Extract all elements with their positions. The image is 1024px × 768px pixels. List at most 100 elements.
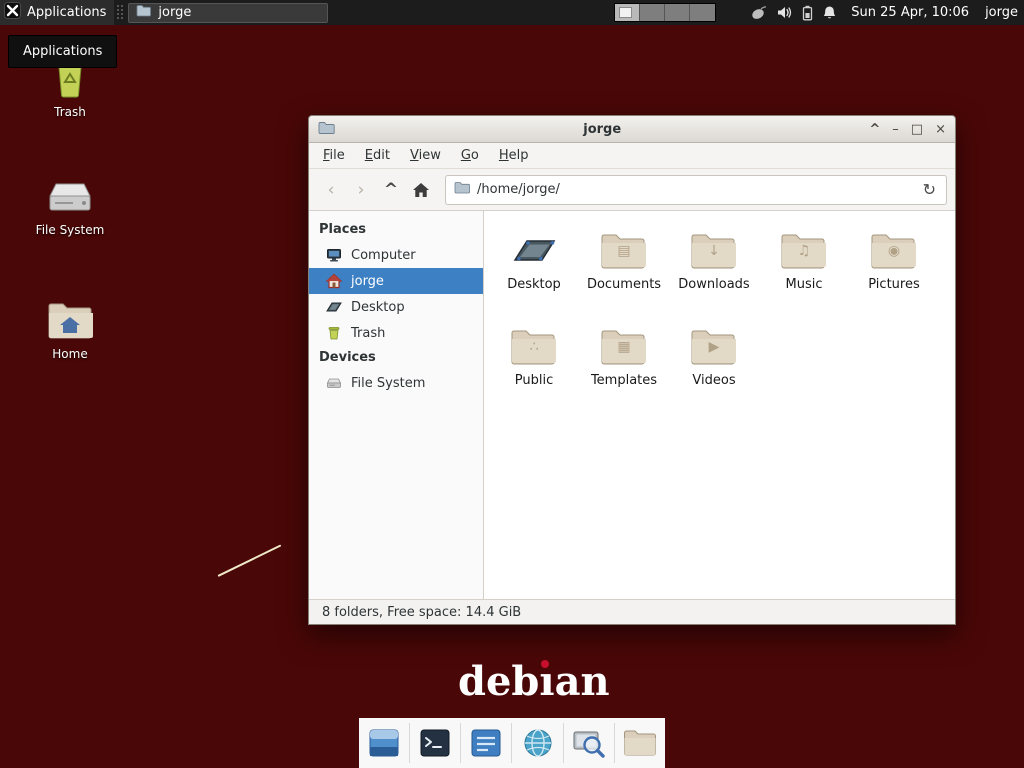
maximize-button[interactable]: □ [911, 123, 923, 136]
back-button[interactable]: ‹ [317, 176, 345, 204]
desktop-icon-label: Home [22, 347, 118, 361]
desktop-icon [326, 299, 342, 315]
window-title: jorge [343, 122, 861, 137]
file-manager-window: jorge ^ – □ × File Edit View Go Help ‹ ›… [308, 115, 956, 625]
sidebar-item-computer[interactable]: Computer [309, 242, 483, 268]
sidebar-item-file-system[interactable]: File System [309, 370, 483, 396]
desktop-icon-file-system[interactable]: File System [22, 172, 118, 237]
menu-view[interactable]: View [401, 145, 450, 166]
dock-separator [614, 723, 615, 763]
stray-cursor-line [218, 544, 282, 576]
trash-small-icon [326, 325, 342, 341]
desktop-icon-label: Trash [22, 105, 118, 119]
panel-username: jorge [985, 5, 1018, 20]
folder-icon: ▤ [600, 230, 648, 270]
window-titlebar[interactable]: jorge ^ – □ × [309, 116, 955, 143]
forward-button[interactable]: › [347, 176, 375, 204]
documents-glyph: ▤ [600, 244, 648, 258]
web-browser-globe-icon[interactable] [520, 725, 556, 761]
folder-icon: ◉ [870, 230, 918, 270]
path-folder-icon [454, 181, 470, 198]
folder-label: Downloads [670, 277, 758, 292]
applications-menu-icon [4, 2, 21, 23]
menu-file[interactable]: File [314, 145, 354, 166]
folder-item-documents[interactable]: ▤ Documents [580, 227, 668, 323]
folder-item-templates[interactable]: ▦ Templates [580, 323, 668, 419]
battery-icon[interactable] [802, 5, 813, 21]
up-button[interactable]: ^ [377, 176, 405, 204]
path-text: /home/jorge/ [477, 182, 914, 197]
sidebar-item-label: File System [351, 376, 425, 391]
applications-tooltip: Applications [8, 35, 117, 68]
workspace-2[interactable] [640, 4, 665, 21]
folder-item-music[interactable]: ♫ Music [760, 227, 848, 323]
menu-go[interactable]: Go [452, 145, 488, 166]
terminal-icon[interactable] [417, 725, 453, 761]
folder-icon: ▦ [600, 326, 648, 366]
sidebar-item-label: Computer [351, 248, 416, 263]
folder-label: Desktop [490, 277, 578, 292]
volume-icon[interactable] [776, 5, 793, 20]
folder-label: Music [760, 277, 848, 292]
folder-item-videos[interactable]: ▶ Videos [670, 323, 758, 419]
workspace-3[interactable] [665, 4, 690, 21]
debian-logo: debıan [458, 660, 610, 704]
folder-label: Videos [670, 373, 758, 388]
sidebar-item-jorge[interactable]: jorge [309, 268, 483, 294]
window-controls: ^ – □ × [869, 123, 946, 136]
shade-button[interactable]: ^ [869, 123, 880, 136]
toolbar: ‹ › ^ /home/jorge/ ↻ [309, 169, 955, 211]
workspace-4[interactable] [690, 4, 715, 21]
close-button[interactable]: × [935, 123, 946, 136]
folder-item-public[interactable]: ∴ Public [490, 323, 578, 419]
dock-separator [409, 723, 410, 763]
taskbar-window-button[interactable]: jorge [128, 3, 328, 23]
folder-item-pictures[interactable]: ◉ Pictures [850, 227, 938, 323]
workspace-1[interactable] [615, 4, 640, 21]
sidebar: Places Computer jorge Desktop [309, 211, 484, 599]
pictures-glyph: ◉ [870, 244, 918, 258]
menu-help[interactable]: Help [490, 145, 538, 166]
dock-separator [563, 723, 564, 763]
drive-small-icon [326, 375, 342, 391]
folder-item-desktop[interactable]: Desktop [490, 227, 578, 323]
panel-clock[interactable]: Sun 25 Apr, 10:06 [851, 5, 969, 20]
sidebar-item-trash[interactable]: Trash [309, 320, 483, 346]
desktop-icon-home[interactable]: Home [22, 296, 118, 361]
desktop-icon-label: File System [22, 223, 118, 237]
desktop-window-icon[interactable] [366, 725, 402, 761]
logo-i-red-dot: ı [539, 658, 554, 705]
sidebar-item-desktop[interactable]: Desktop [309, 294, 483, 320]
panel-separator-handle [116, 4, 123, 21]
dock-separator [511, 723, 512, 763]
home-icon [326, 273, 342, 289]
notification-bell-icon[interactable] [822, 5, 837, 21]
folder-icon: ∴ [510, 326, 558, 366]
applications-menu-label: Applications [27, 5, 106, 20]
drive-icon [46, 172, 94, 220]
folder-item-downloads[interactable]: ↓ Downloads [670, 227, 758, 323]
sidebar-item-label: jorge [351, 274, 384, 289]
statusbar: 8 folders, Free space: 14.4 GiB [309, 599, 955, 624]
menubar: File Edit View Go Help [309, 143, 955, 169]
terminal-blue-icon[interactable] [468, 725, 504, 761]
home-button[interactable] [407, 176, 435, 204]
menu-edit[interactable]: Edit [356, 145, 399, 166]
home-folder-icon [46, 296, 94, 344]
taskbar-folder-icon [136, 4, 151, 21]
sidebar-item-label: Trash [351, 326, 385, 341]
mouse-tray-icon[interactable] [750, 5, 767, 20]
application-finder-icon[interactable] [571, 725, 607, 761]
minimize-button[interactable]: – [892, 123, 899, 136]
templates-glyph: ▦ [600, 340, 648, 354]
file-manager-folder-icon[interactable] [622, 725, 658, 761]
refresh-icon[interactable]: ↻ [921, 180, 938, 199]
logo-text: an [555, 658, 610, 705]
folder-label: Documents [580, 277, 668, 292]
sidebar-item-label: Desktop [351, 300, 405, 315]
applications-menu-button[interactable]: Applications [0, 0, 114, 25]
downloads-glyph: ↓ [690, 244, 738, 258]
folder-label: Public [490, 373, 578, 388]
location-bar[interactable]: /home/jorge/ ↻ [445, 175, 947, 205]
dock-separator [460, 723, 461, 763]
